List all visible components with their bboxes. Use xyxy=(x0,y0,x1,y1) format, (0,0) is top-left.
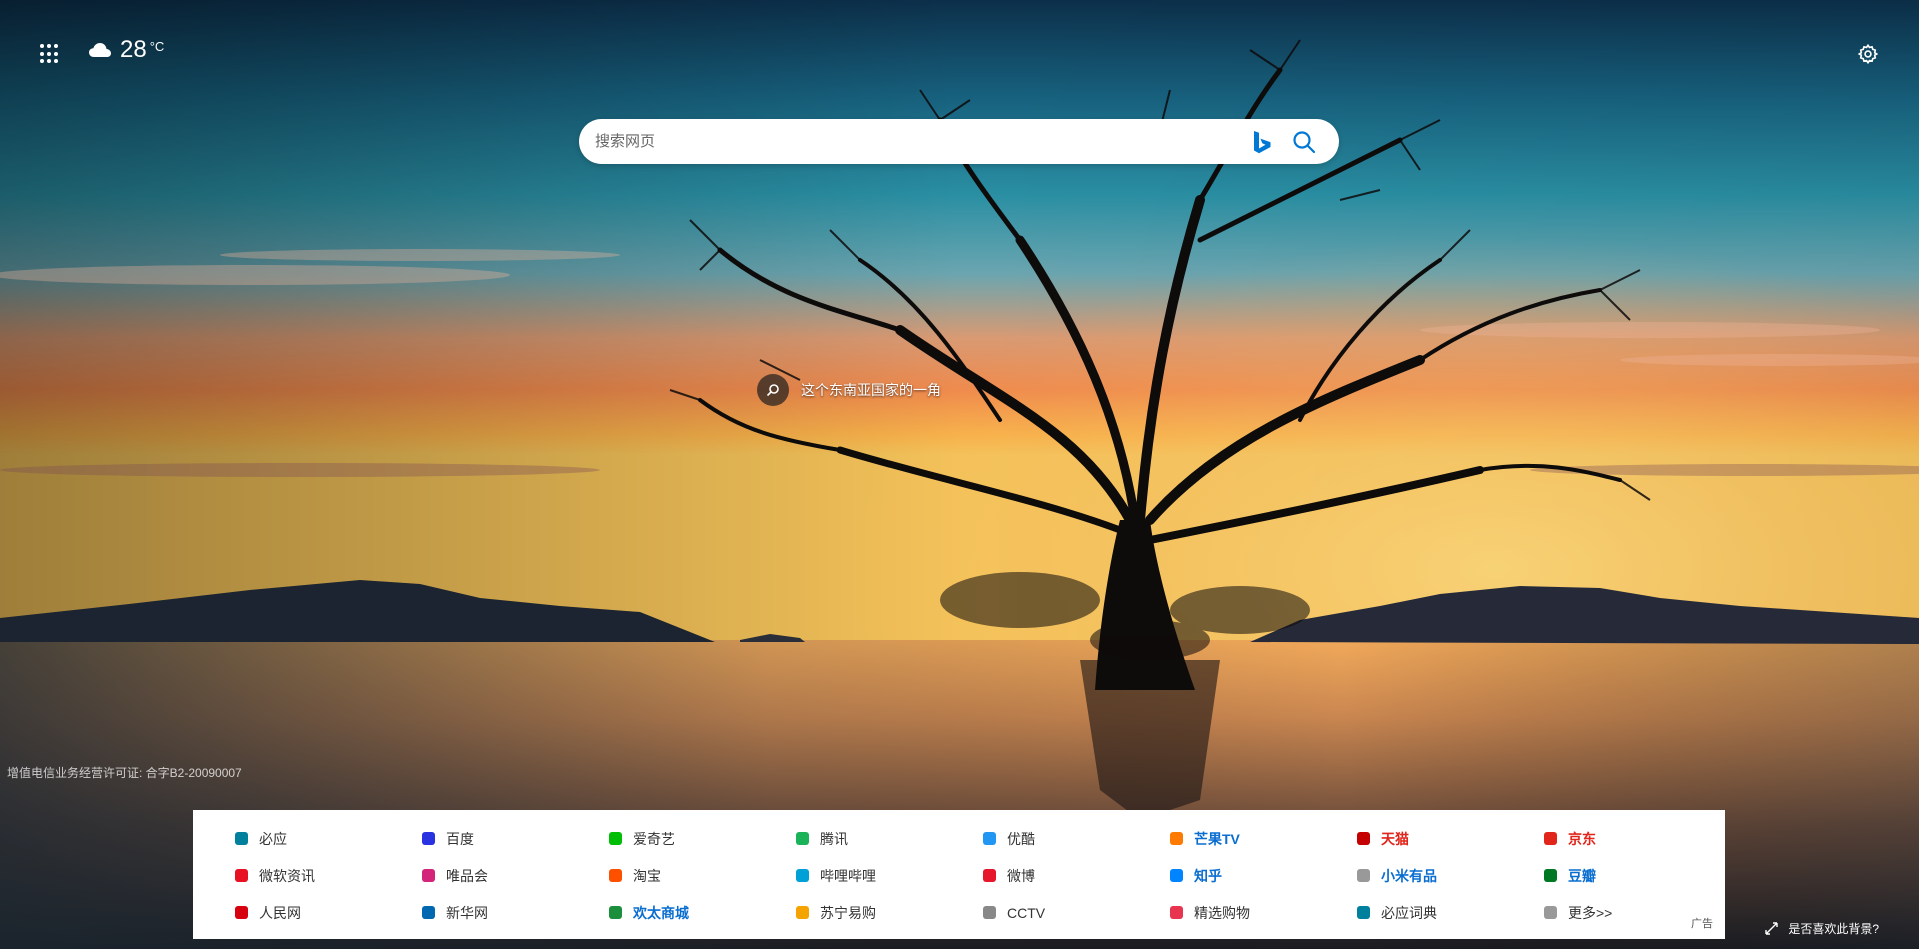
weather-unit: °C xyxy=(149,39,165,54)
quick-link-item[interactable]: CCTV xyxy=(981,894,1168,931)
background-feedback-text: 是否喜欢此背景? xyxy=(1788,922,1879,936)
quick-link-label: 更多>> xyxy=(1568,904,1613,921)
douban-icon xyxy=(1542,868,1558,884)
license-text: 增值电信业务经营许可证: 合字B2-20090007 xyxy=(7,766,242,780)
bing-logo-icon[interactable] xyxy=(1251,130,1273,154)
hotspot-text: 这个东南亚国家的一角 xyxy=(801,382,941,398)
quick-link-item[interactable]: 哔哩哔哩 xyxy=(794,857,981,894)
xiaomi-youpin-icon xyxy=(1355,868,1371,884)
vip-icon xyxy=(420,868,436,884)
hotspot-search-icon xyxy=(757,374,789,406)
quick-link-label: 豆瓣 xyxy=(1568,867,1596,884)
quick-link-item[interactable]: 欢太商城 xyxy=(607,894,794,931)
bing-dict-icon xyxy=(1355,905,1371,921)
weibo-icon xyxy=(981,868,997,884)
quick-link-label: 京东 xyxy=(1568,830,1596,847)
quick-link-item[interactable]: 豆瓣 xyxy=(1542,857,1729,894)
iqiyi-icon xyxy=(607,831,623,847)
quick-link-item[interactable]: 人民网 xyxy=(233,894,420,931)
jd-icon xyxy=(1542,831,1558,847)
youku-icon xyxy=(981,831,997,847)
quick-links-panel: 必应 百度 爱奇艺 腾讯 优酷 芒果TV 天猫 京东微软资讯 唯品会 淘宝 哔哩哔哩 微博 知乎 小米有品… xyxy=(193,810,1725,939)
quick-link-item[interactable]: 微软资讯 xyxy=(233,857,420,894)
quick-link-label: 腾讯 xyxy=(820,830,848,847)
quick-link-label: 必应词典 xyxy=(1381,904,1437,921)
quick-link-label: 哔哩哔哩 xyxy=(820,867,876,884)
bing-icon xyxy=(233,831,249,847)
quick-link-item[interactable]: 芒果TV xyxy=(1168,820,1355,857)
quick-link-label: 微软资讯 xyxy=(259,867,315,884)
quick-link-item[interactable]: 精选购物 xyxy=(1168,894,1355,931)
quick-link-item[interactable]: 必应词典 xyxy=(1355,894,1542,931)
msn-icon xyxy=(233,868,249,884)
quick-link-item[interactable]: 苏宁易购 xyxy=(794,894,981,931)
cctv-icon xyxy=(981,905,997,921)
taobao-icon xyxy=(607,868,623,884)
quick-link-item[interactable]: 京东 xyxy=(1542,820,1729,857)
quick-link-label: CCTV xyxy=(1007,904,1046,921)
quick-link-label: 天猫 xyxy=(1381,830,1409,847)
quick-links-grid: 必应 百度 爱奇艺 腾讯 优酷 芒果TV 天猫 京东微软资讯 唯品会 淘宝 哔哩哔哩 微博 知乎 小米有品… xyxy=(233,820,1725,931)
quick-link-item[interactable]: 天猫 xyxy=(1355,820,1542,857)
weather-widget[interactable]: 28 °C xyxy=(88,36,164,64)
expand-icon xyxy=(1765,922,1779,935)
zhihu-icon xyxy=(1168,868,1184,884)
quick-link-label: 知乎 xyxy=(1194,867,1222,884)
tencent-icon xyxy=(794,831,810,847)
quick-link-label: 精选购物 xyxy=(1194,904,1250,921)
people-icon xyxy=(233,905,249,921)
tmall-icon xyxy=(1355,831,1371,847)
shopping-icon xyxy=(1168,905,1184,921)
settings-gear-icon[interactable] xyxy=(1857,43,1879,65)
search-bar xyxy=(579,119,1339,164)
quick-link-item[interactable]: 百度 xyxy=(420,820,607,857)
mangotv-icon xyxy=(1168,831,1184,847)
heytap-icon xyxy=(607,905,623,921)
suning-icon xyxy=(794,905,810,921)
baidu-icon xyxy=(420,831,436,847)
quick-link-label: 优酷 xyxy=(1007,830,1035,847)
apps-grid-icon[interactable] xyxy=(40,44,60,64)
quick-link-label: 欢太商城 xyxy=(633,904,689,921)
quick-link-label: 淘宝 xyxy=(633,867,661,884)
quick-link-label: 百度 xyxy=(446,830,474,847)
quick-link-label: 爱奇艺 xyxy=(633,830,675,847)
quick-link-item[interactable]: 知乎 xyxy=(1168,857,1355,894)
quick-link-label: 唯品会 xyxy=(446,867,488,884)
cloud-icon xyxy=(89,43,111,57)
quick-link-item[interactable]: 淘宝 xyxy=(607,857,794,894)
quick-link-item[interactable]: 唯品会 xyxy=(420,857,607,894)
more-icon xyxy=(1542,905,1558,921)
quick-link-label: 苏宁易购 xyxy=(820,904,876,921)
ad-label: 广告 xyxy=(1691,918,1713,930)
quick-link-label: 人民网 xyxy=(259,904,301,921)
quick-link-item[interactable]: 必应 xyxy=(233,820,420,857)
bilibili-icon xyxy=(794,868,810,884)
quick-link-label: 微博 xyxy=(1007,867,1035,884)
quick-link-item[interactable]: 小米有品 xyxy=(1355,857,1542,894)
xinhua-icon xyxy=(420,905,436,921)
weather-temperature: 28 xyxy=(120,36,147,63)
image-hotspot[interactable]: 这个东南亚国家的一角 xyxy=(757,374,941,406)
quick-link-label: 小米有品 xyxy=(1381,867,1437,884)
quick-link-label: 必应 xyxy=(259,830,287,847)
background-feedback[interactable]: 是否喜欢此背景? xyxy=(1765,920,1879,937)
quick-link-label: 芒果TV xyxy=(1194,830,1240,847)
quick-link-item[interactable]: 新华网 xyxy=(420,894,607,931)
quick-link-item[interactable]: 微博 xyxy=(981,857,1168,894)
search-icon[interactable] xyxy=(1291,129,1317,155)
quick-link-item[interactable]: 腾讯 xyxy=(794,820,981,857)
quick-link-label: 新华网 xyxy=(446,904,488,921)
quick-link-item[interactable]: 优酷 xyxy=(981,820,1168,857)
quick-link-item[interactable]: 爱奇艺 xyxy=(607,820,794,857)
search-input[interactable] xyxy=(579,119,1251,164)
